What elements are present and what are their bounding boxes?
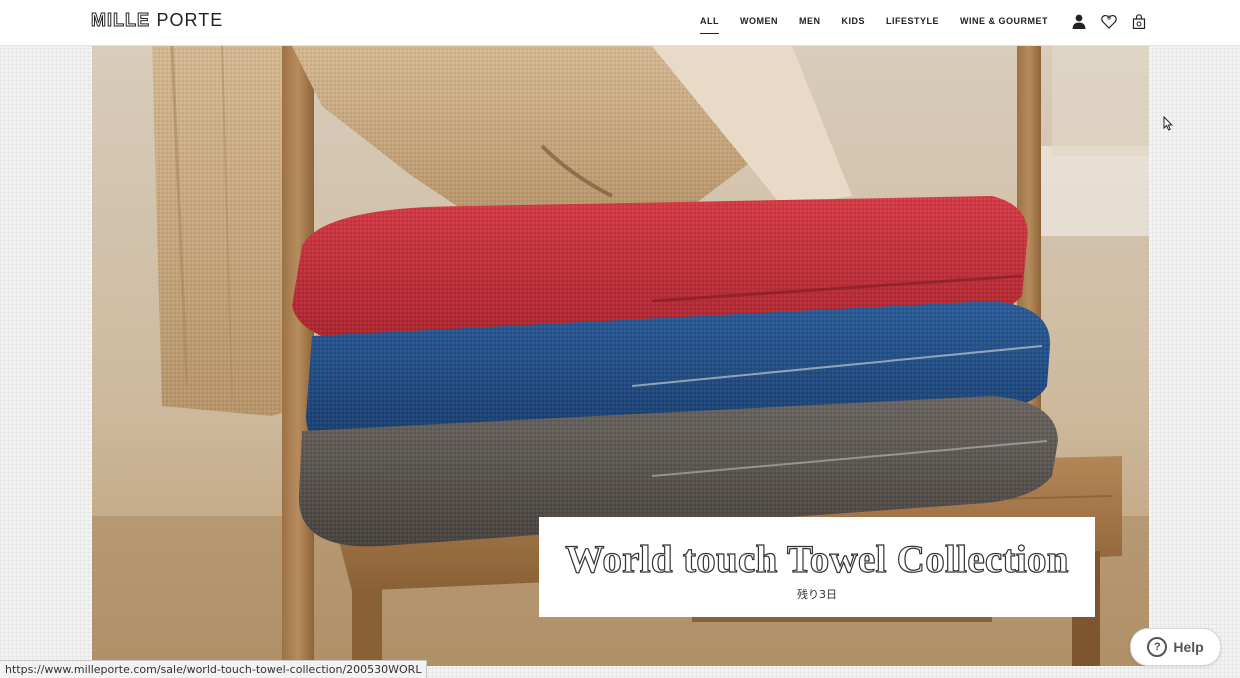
site-header: MILLE PORTE ALL WOMEN MEN KIDS LIFESTYLE… [0,0,1240,46]
nav-item-all[interactable]: ALL [700,16,719,34]
nav-item-women[interactable]: WOMEN [740,16,778,34]
nav-item-lifestyle[interactable]: LIFESTYLE [886,16,939,34]
user-icon[interactable] [1071,13,1087,29]
help-button[interactable]: ? Help [1130,628,1221,666]
heart-icon[interactable]: 0 [1101,13,1117,29]
mouse-cursor-icon [1163,115,1173,136]
nav-item-wine-gourmet[interactable]: WINE & GOURMET [960,16,1048,34]
hero-title: World touch Towel Collection [565,537,1069,581]
logo-word-porte: PORTE [156,10,224,30]
logo-word-mille: MILLE [91,10,150,31]
hero-subtitle: 残り3日 [797,588,837,601]
status-bar-url: https://www.milleporte.com/sale/world-to… [0,660,428,678]
favorites-count: 0 [1107,15,1111,22]
main-nav: ALL WOMEN MEN KIDS LIFESTYLE WINE & GOUR… [700,16,1048,34]
shopping-bag-icon[interactable] [1131,13,1147,29]
site-logo[interactable]: MILLE PORTE [91,10,223,31]
question-circle-icon: ? [1147,637,1168,657]
nav-item-kids[interactable]: KIDS [842,16,866,34]
help-label: Help [1173,639,1204,655]
header-icons: 0 [1071,13,1147,29]
hero-banner[interactable]: World touch Towel Collection 残り3日 [92,46,1149,666]
nav-item-men[interactable]: MEN [799,16,821,34]
hero-caption[interactable]: World touch Towel Collection 残り3日 [539,517,1095,617]
